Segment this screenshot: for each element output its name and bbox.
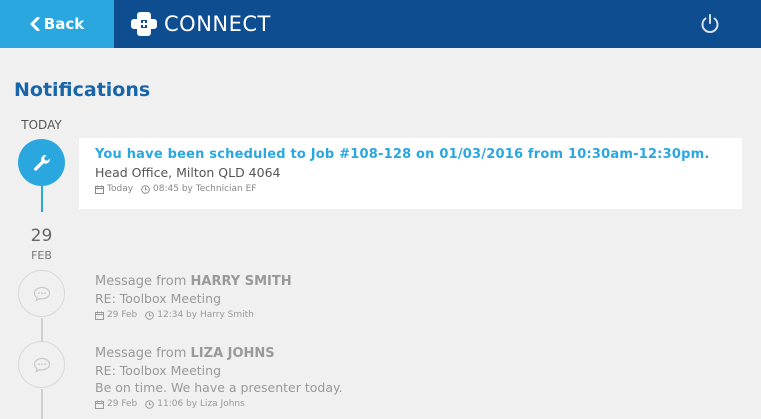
power-button[interactable]	[696, 10, 724, 38]
timeline-connector-grey	[41, 389, 43, 419]
notification-date: Today	[107, 184, 134, 194]
message-date: 29 Feb	[107, 399, 138, 409]
message-notification-marker	[18, 270, 65, 317]
job-notification-card[interactable]: You have been scheduled to Job #108-128 …	[79, 138, 742, 209]
clock-icon	[141, 184, 150, 194]
group-day-number: 29	[30, 226, 53, 246]
notification-title: You have been scheduled to Job #108-128 …	[95, 147, 710, 162]
job-notification-marker	[18, 139, 65, 186]
app-brand: CONNECT	[130, 0, 271, 48]
message-body: Be on time. We have a presenter today.	[95, 380, 343, 395]
message-notification-harry[interactable]: Message from HARRY SMITH RE: Toolbox Mee…	[95, 274, 292, 320]
message-subject: RE: Toolbox Meeting	[95, 363, 222, 378]
message-sender: LIZA JOHNS	[190, 346, 275, 361]
message-date: 29 Feb	[107, 310, 138, 320]
app-name: CONNECT	[164, 12, 271, 36]
chat-bubble-icon	[33, 357, 51, 373]
clock-icon	[145, 310, 155, 320]
notification-meta: Today 08:45 by Technician EF	[95, 184, 726, 194]
clock-icon	[145, 399, 155, 409]
group-month: FEB	[31, 249, 52, 262]
back-button[interactable]: Back	[0, 0, 114, 48]
message-prefix: Message from	[95, 346, 187, 361]
calendar-icon	[95, 311, 104, 320]
top-bar: Back CONNECT	[0, 0, 761, 48]
message-prefix: Message from	[95, 274, 187, 289]
message-heading: Message from HARRY SMITH	[95, 274, 292, 289]
calendar-icon	[95, 400, 104, 409]
back-label: Back	[43, 15, 85, 33]
group-label-today: TODAY	[21, 118, 62, 132]
notification-time: 08:45 by Technician EF	[153, 184, 257, 194]
message-meta: 29 Feb 12:34 by Harry Smith	[95, 310, 292, 320]
wrench-icon	[32, 153, 52, 173]
message-heading: Message from LIZA JOHNS	[95, 346, 343, 361]
message-time: 11:06 by Liza Johns	[157, 399, 245, 409]
message-subject: RE: Toolbox Meeting	[95, 291, 222, 306]
message-notification-liza[interactable]: Message from LIZA JOHNS RE: Toolbox Meet…	[95, 346, 343, 409]
chevron-left-icon	[30, 17, 40, 31]
page-title: Notifications	[14, 79, 151, 101]
message-meta: 29 Feb 11:06 by Liza Johns	[95, 399, 343, 409]
calendar-icon	[95, 185, 104, 194]
message-sender: HARRY SMITH	[190, 274, 292, 289]
logo-icon	[130, 11, 158, 37]
message-notification-marker	[18, 341, 65, 388]
message-time: 12:34 by Harry Smith	[157, 310, 254, 320]
timeline-connector	[41, 186, 43, 212]
notification-location: Head Office, Milton QLD 4064	[95, 165, 281, 180]
chat-bubble-icon	[33, 286, 51, 302]
power-icon	[699, 13, 721, 35]
